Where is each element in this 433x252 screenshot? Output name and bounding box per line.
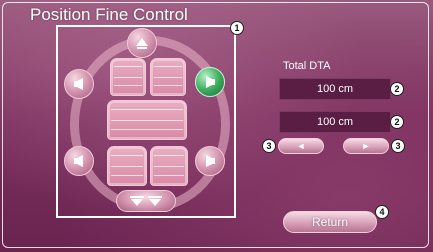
seat-rear-right [150,146,188,186]
total-dta-value: 100 cm [279,78,391,100]
callout-4: 4 [375,205,389,219]
page-title: Position Fine Control [30,5,188,24]
speaker-rear-right-button[interactable] [195,146,225,176]
seat-front-right [150,58,186,96]
rear-speaker-icon [74,155,83,167]
decrease-button[interactable]: ◄ [278,138,324,154]
callout-2a: 2 [390,82,404,96]
seat-rear-left [107,146,147,186]
return-button-label: Return [311,215,349,229]
callout-2b: 2 [390,115,404,129]
return-button[interactable]: Return [283,211,377,233]
total-dta-label: Total DTA [283,60,331,72]
triangle-up-icon [136,38,148,49]
speaker-rear-left-button[interactable] [64,146,94,176]
front-speaker-icon [206,76,215,88]
front-speaker-icon [74,78,83,90]
callout-3a: 3 [262,139,276,153]
move-up-button[interactable] [127,28,157,58]
right-arrow-icon: ► [361,141,371,151]
callout-1: 1 [230,21,244,35]
increase-button[interactable]: ► [343,138,389,154]
speaker-front-right-button[interactable] [195,67,225,97]
callout-3b: 3 [391,139,405,153]
speaker-front-left-button[interactable] [64,69,94,99]
rear-speaker-icon [206,155,215,167]
move-down-button[interactable] [116,190,176,212]
seat-middle-bench [107,100,187,140]
seat-front-left [110,58,146,96]
left-arrow-icon: ◄ [296,141,306,151]
position-distance-value: 100 cm [279,111,391,133]
double-triangle-down-icon [130,196,162,206]
